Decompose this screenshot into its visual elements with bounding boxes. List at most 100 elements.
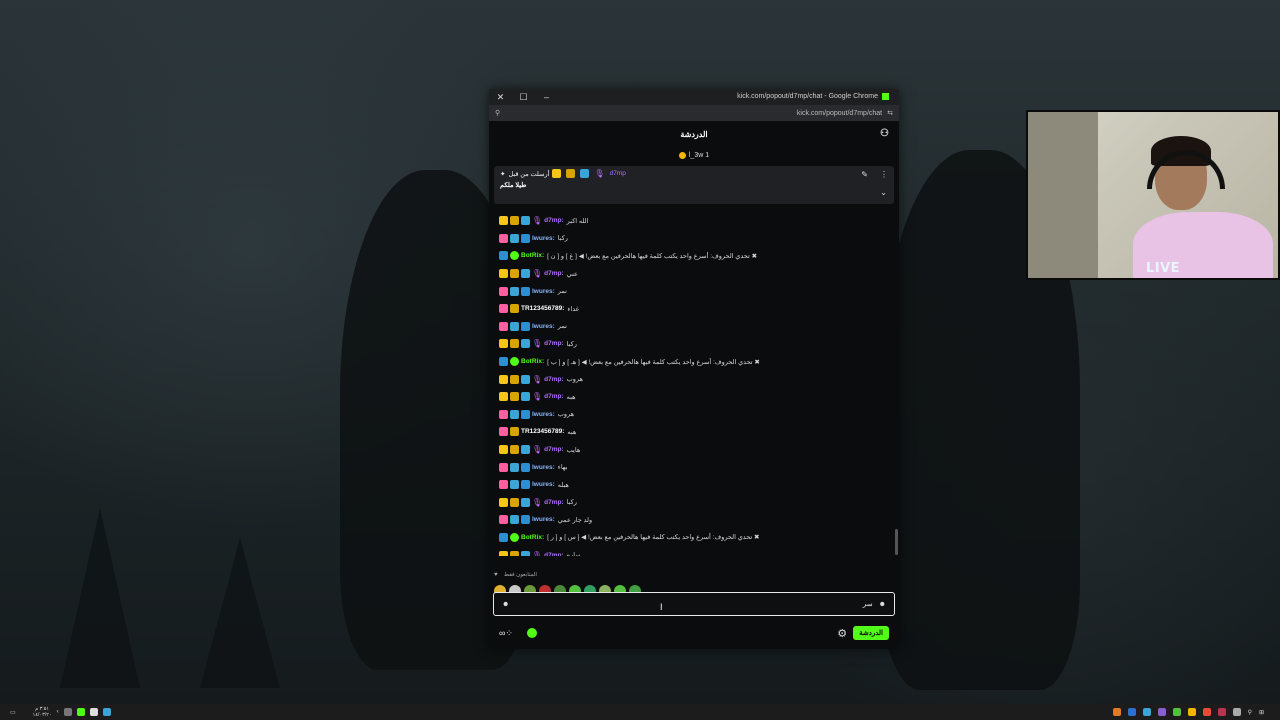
- chat-username[interactable]: d7mp:: [544, 446, 564, 453]
- chat-message[interactable]: 🎙 d7mp: ركبا: [489, 494, 889, 512]
- chat-username[interactable]: d7mp:: [544, 270, 564, 277]
- chat-message[interactable]: 🎙 d7mp: هروب: [489, 370, 889, 388]
- chat-username[interactable]: lwures:: [532, 323, 555, 330]
- taskbar-app-icon[interactable]: [1112, 708, 1121, 716]
- chat-message[interactable]: 🎙 d7mp: ساره: [489, 546, 889, 556]
- kick-coin-icon[interactable]: [526, 628, 537, 638]
- pin-icon[interactable]: ✎: [861, 170, 868, 179]
- emoji-icon[interactable]: ☻: [502, 601, 509, 608]
- chat-username[interactable]: lwures:: [532, 235, 555, 242]
- tray-app-icon[interactable]: [102, 708, 111, 716]
- gear-icon[interactable]: ⚙: [837, 627, 847, 640]
- infinity-icon[interactable]: ∞⁘: [499, 628, 513, 639]
- chat-input[interactable]: ☻ سر ☻: [493, 592, 895, 616]
- chat-username[interactable]: d7mp:: [544, 499, 564, 506]
- badge-icon: [510, 480, 519, 490]
- chat-username[interactable]: d7mp:: [544, 376, 564, 383]
- chat-message-list[interactable]: 🎙 d7mp: الله اكبر lwures: ركبا BotRix: تحدي ال…: [489, 212, 889, 556]
- chat-message[interactable]: BotRix: تحدي الحروف: أسرع واحد يكتب كلمة …: [489, 247, 889, 265]
- chat-message[interactable]: lwures: بهاء: [489, 458, 889, 476]
- badge-icon: [499, 532, 508, 542]
- taskbar-app-icon[interactable]: [1157, 708, 1166, 716]
- chat-message[interactable]: 🎙 d7mp: هبه: [489, 388, 889, 406]
- chat-message[interactable]: lwures: ولد جار عمي: [489, 511, 889, 529]
- chat-message[interactable]: 🎙 d7mp: الله اكبر: [489, 212, 889, 230]
- chat-message-text: هبه: [567, 428, 577, 436]
- chat-message[interactable]: BotRix: تحدي الحروف: أسرع واحد يكتب كلمة …: [489, 353, 889, 371]
- chat-username[interactable]: lwures:: [532, 481, 555, 488]
- wallpaper-tree: [200, 538, 280, 688]
- chat-username[interactable]: d7mp:: [544, 552, 564, 556]
- chat-message[interactable]: 🎙 d7mp: ركبا: [489, 335, 889, 353]
- tray-app-icon[interactable]: [63, 708, 72, 716]
- badge-icon: [499, 251, 508, 261]
- close-icon[interactable]: ✕: [489, 92, 512, 103]
- site-settings-icon[interactable]: ⇆: [887, 109, 893, 117]
- taskbar-app-icon[interactable]: [1172, 708, 1181, 716]
- top-gifter[interactable]: l_3w 1: [489, 147, 899, 163]
- smiley-icon[interactable]: ☻: [879, 601, 886, 608]
- tray-app-icon[interactable]: [89, 708, 98, 716]
- users-icon[interactable]: ⚇: [880, 128, 889, 139]
- send-chat-button[interactable]: الدردشة: [853, 626, 889, 640]
- taskbar-app-icon[interactable]: [1232, 708, 1241, 716]
- chat-message[interactable]: 🎙 d7mp: هايب: [489, 441, 889, 459]
- chat-message[interactable]: lwures: هبله: [489, 476, 889, 494]
- chat-message-text: ركبا: [557, 235, 568, 243]
- address-bar[interactable]: ⚲ kick.com/popout/d7mp/chat ⇆: [489, 105, 899, 121]
- badge-icon: [499, 339, 508, 349]
- chat-message[interactable]: BotRix: تحدي الحروف: أسرع واحد يكتب كلمة …: [489, 529, 889, 547]
- chat-message[interactable]: lwures: نمر: [489, 318, 889, 336]
- chat-username[interactable]: TR123456789:: [521, 305, 564, 312]
- chrome-taskbar-icon[interactable]: [1202, 708, 1211, 716]
- chat-username[interactable]: BotRix:: [521, 534, 544, 541]
- maximize-icon[interactable]: ☐: [512, 92, 535, 103]
- gifter-label: l_3w 1: [688, 151, 710, 159]
- chat-username[interactable]: BotRix:: [521, 358, 544, 365]
- badge-icon: [510, 532, 519, 542]
- chat-username[interactable]: TR123456789:: [521, 428, 564, 435]
- chat-username[interactable]: d7mp:: [544, 340, 564, 347]
- chat-username[interactable]: lwures:: [532, 464, 555, 471]
- chevron-down-icon[interactable]: ⌄: [880, 188, 887, 197]
- more-options-icon[interactable]: ⋮: [880, 170, 888, 179]
- pinned-author[interactable]: d7mp: [610, 170, 626, 177]
- search-icon[interactable]: ⚲: [1248, 709, 1252, 716]
- mic-icon: 🎙: [532, 216, 543, 226]
- taskbar-app-icon[interactable]: [1187, 708, 1196, 716]
- chat-input-text[interactable]: سر: [863, 600, 873, 608]
- badge-icon: [521, 392, 530, 402]
- chat-username[interactable]: d7mp:: [544, 393, 564, 400]
- chat-username[interactable]: lwures:: [532, 288, 555, 295]
- chat-message-text: تحدي الحروف: أسرع واحد يكتب كلمة فيها ها…: [547, 358, 760, 366]
- taskbar-app-icon[interactable]: [1142, 708, 1151, 716]
- taskbar-app-icon[interactable]: [1217, 708, 1226, 716]
- tray-app-icon[interactable]: [76, 708, 85, 716]
- badge-icon: [521, 339, 530, 349]
- tray-chevron-icon[interactable]: ‹: [57, 709, 59, 715]
- chat-username[interactable]: lwures:: [532, 516, 555, 523]
- chat-scrollbar[interactable]: [895, 529, 898, 555]
- chat-message[interactable]: TR123456789: هبه: [489, 423, 889, 441]
- badge-icon: [521, 462, 530, 472]
- badge-icon: [499, 304, 508, 314]
- notification-icon[interactable]: ▭: [10, 709, 16, 716]
- chat-username[interactable]: lwures:: [532, 411, 555, 418]
- minimize-icon[interactable]: –: [535, 92, 558, 102]
- badge-icon: [510, 251, 519, 261]
- pinned-text: طيلا ملكم: [500, 182, 527, 189]
- chat-message[interactable]: lwures: ركبا: [489, 230, 889, 248]
- chat-username[interactable]: BotRix:: [521, 252, 544, 259]
- chat-username[interactable]: d7mp:: [544, 217, 564, 224]
- chat-message[interactable]: TR123456789: غداء: [489, 300, 889, 318]
- windows-start-icon[interactable]: ⊞: [1259, 709, 1264, 716]
- chat-message[interactable]: lwures: هروب: [489, 406, 889, 424]
- taskbar-app-icon[interactable]: [1127, 708, 1136, 716]
- badge-icon: [566, 169, 576, 178]
- chat-message[interactable]: 🎙 d7mp: عني: [489, 265, 889, 283]
- taskbar-clock[interactable]: ٣:٥١ م ١٤/٠٣/٢٠: [33, 706, 52, 718]
- chat-title: الدردشة: [680, 129, 708, 139]
- chat-message[interactable]: lwures: نمر: [489, 282, 889, 300]
- address-url[interactable]: kick.com/popout/d7mp/chat: [797, 110, 882, 117]
- badge-icon: [499, 462, 508, 472]
